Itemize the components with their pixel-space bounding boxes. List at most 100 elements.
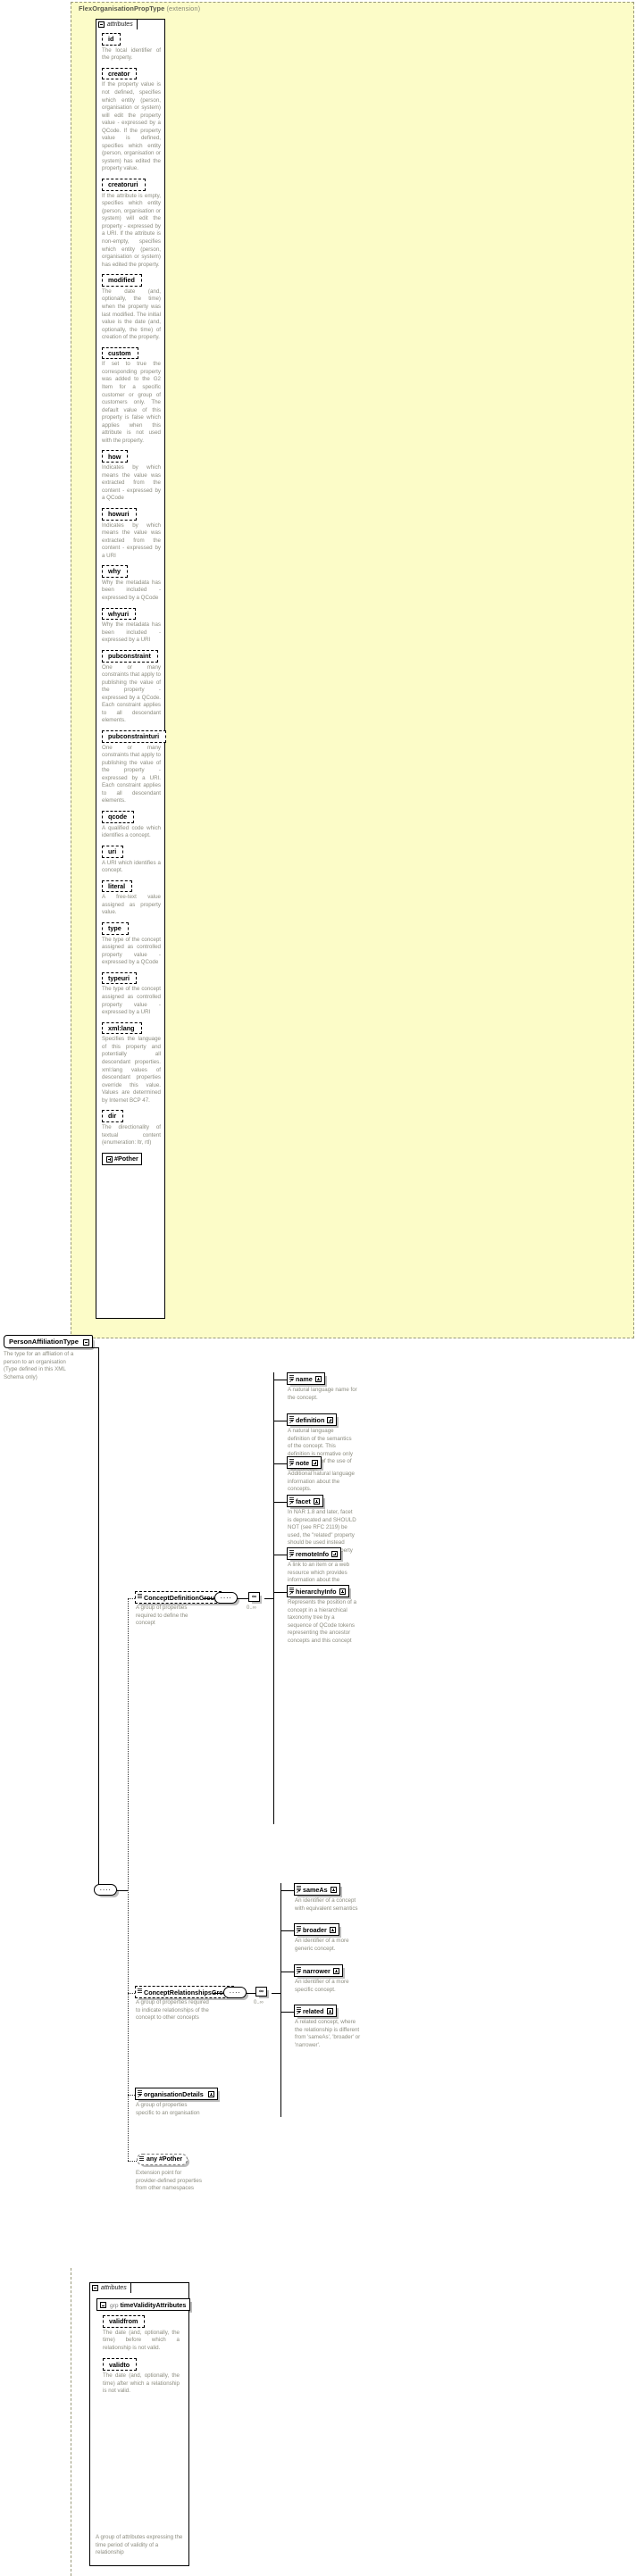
collapse-icon[interactable] bbox=[83, 1338, 90, 1346]
element-sameas[interactable]: ↗ sameAs bbox=[294, 1883, 342, 1897]
expand-icon[interactable] bbox=[331, 1551, 339, 1558]
attribute-desc: A free-text value assigned as property v… bbox=[102, 894, 161, 916]
attribute-name[interactable]: whyuri bbox=[102, 607, 138, 622]
element-name[interactable]: ↗ name bbox=[287, 1372, 327, 1387]
connector bbox=[247, 1993, 255, 1994]
group-concept-relationships-desc: A group of properties required to indica… bbox=[136, 1999, 209, 2022]
attribute-desc: A qualified code which identifies a conc… bbox=[102, 824, 161, 839]
connector bbox=[98, 1347, 99, 1890]
attributes-panel: attributes id The local identifier of the… bbox=[95, 18, 169, 1319]
element-broader[interactable]: ↗ broader bbox=[294, 1923, 341, 1938]
element-remoteinfo[interactable]: ↗ remoteInfo bbox=[287, 1547, 344, 1562]
expand-icon[interactable] bbox=[312, 1460, 319, 1467]
collapse-icon[interactable] bbox=[97, 21, 105, 28]
attribute-name[interactable]: howuri bbox=[102, 507, 138, 522]
attribute-name-text: pubconstrainturi bbox=[108, 732, 160, 741]
expand-icon[interactable] bbox=[339, 1588, 346, 1596]
expand-icon[interactable] bbox=[207, 2091, 214, 2098]
expand-icon[interactable] bbox=[327, 1417, 334, 1424]
attribute-name[interactable]: why bbox=[102, 565, 130, 579]
attribute-name[interactable]: uri bbox=[102, 845, 126, 860]
concept-relationships-sequence[interactable]: ···· bbox=[223, 1987, 248, 2000]
element-organisation-details[interactable]: ↗ organisationDetails bbox=[135, 2088, 220, 2102]
attribute-name[interactable]: xml:lang bbox=[102, 1021, 144, 1037]
connector bbox=[273, 1372, 274, 1824]
attribute-desc: The directionality of textual content (e… bbox=[102, 1123, 161, 1146]
attribute-item: literal A free-text value assigned as pro… bbox=[102, 880, 164, 917]
attribute-name-text: whyuri bbox=[108, 609, 130, 618]
dir-enum-box[interactable]: #Pother bbox=[102, 1152, 164, 1167]
element-facet[interactable]: ↗ facet bbox=[287, 1495, 325, 1509]
attribute-name[interactable]: how bbox=[102, 450, 130, 465]
main-sequence-compositor[interactable]: ···· bbox=[94, 1884, 119, 1897]
root-type-node-wrap: PersonAffiliationType The type for an af… bbox=[4, 1335, 96, 1381]
attribute-desc: Indicates by which means the value was e… bbox=[102, 521, 161, 559]
element-desc: A related concept, where the relationshi… bbox=[295, 2019, 361, 2048]
group-concept-definition[interactable]: ConceptDefinitionGroup bbox=[135, 1591, 224, 1605]
expand-icon[interactable] bbox=[314, 1376, 322, 1383]
connector bbox=[204, 1598, 214, 1599]
expand-icon[interactable] bbox=[330, 1887, 337, 1894]
attribute-name-text: dir bbox=[108, 1112, 117, 1121]
attribute-name[interactable]: type bbox=[102, 921, 130, 937]
element-definition[interactable]: ↗ definition bbox=[287, 1413, 339, 1428]
element-label: sameAs bbox=[303, 1885, 328, 1894]
attribute-name[interactable]: id bbox=[102, 33, 123, 47]
attribute-name[interactable]: pubconstraint bbox=[102, 649, 160, 664]
attribute-name-text: modified bbox=[108, 276, 135, 285]
element-label: name bbox=[296, 1374, 313, 1383]
any-extension-point[interactable]: any #Pother bbox=[137, 2154, 190, 2167]
attribute-name-text: howuri bbox=[108, 510, 130, 519]
attribute-item: creatoruri If the attribute is empty, spe… bbox=[102, 179, 164, 269]
element-note[interactable]: ↗ note bbox=[287, 1456, 324, 1471]
attribute-name[interactable]: dir bbox=[102, 1110, 126, 1124]
attribute-desc: One or many constraints that apply to pu… bbox=[102, 744, 161, 804]
group-label: ConceptDefinitionGroup bbox=[144, 1593, 219, 1602]
attribute-name-text: type bbox=[108, 924, 121, 933]
attribute-name[interactable]: modified bbox=[102, 274, 144, 288]
group-concept-relationships[interactable]: ConceptRelationshipsGroup bbox=[135, 1986, 237, 2000]
element-narrower[interactable]: ↗ narrower bbox=[294, 1964, 345, 1979]
connector bbox=[79, 1347, 98, 1348]
attribute-name[interactable]: typeuri bbox=[102, 971, 138, 987]
attribute-name-text: uri bbox=[108, 847, 117, 855]
attribute-desc: If the attribute is empty, specifies whi… bbox=[102, 192, 161, 268]
element-hierarchyinfo[interactable]: ↗ hierarchyInfo bbox=[287, 1585, 351, 1599]
element-desc: Additional natural language information … bbox=[288, 1471, 355, 1493]
attribute-name-text: literal bbox=[108, 881, 126, 890]
attribute-desc: The local identifier of the property. bbox=[102, 46, 161, 62]
concept-definition-repeat: ∞ bbox=[248, 1592, 262, 1604]
expand-icon[interactable] bbox=[329, 1927, 336, 1934]
repeat-symbol: ∞ bbox=[252, 1594, 256, 1600]
expand-icon[interactable] bbox=[313, 1498, 320, 1505]
element-related[interactable]: ↗ related bbox=[294, 2005, 339, 2019]
attribute-name[interactable]: custom bbox=[102, 346, 140, 362]
concept-relationships-repeat: ∞ bbox=[255, 1987, 269, 1998]
element-desc: An identifier of a concept with equivale… bbox=[295, 1897, 358, 1912]
attribute-name[interactable]: literal bbox=[102, 880, 135, 895]
concept-definition-sequence[interactable]: ···· bbox=[214, 1592, 239, 1605]
expand-icon[interactable] bbox=[326, 2008, 333, 2015]
attribute-name[interactable]: qcode bbox=[102, 811, 137, 825]
attribute-name[interactable]: pubconstrainturi bbox=[102, 729, 169, 745]
expand-icon[interactable] bbox=[106, 1155, 113, 1163]
element-label: note bbox=[296, 1458, 310, 1467]
attribute-name-text: id bbox=[108, 35, 114, 44]
attribute-name-text: how bbox=[108, 452, 121, 461]
connector bbox=[273, 1592, 287, 1593]
bottom-container-edge bbox=[71, 2268, 294, 2576]
attribute-name[interactable]: creatoruri bbox=[102, 179, 147, 193]
connector bbox=[272, 1993, 280, 1994]
attributes-tab[interactable]: attributes bbox=[95, 18, 138, 29]
root-type-node[interactable]: PersonAffiliationType bbox=[4, 1335, 96, 1350]
attribute-desc: The date (and, optionally, the time) whe… bbox=[102, 288, 161, 341]
connector bbox=[280, 1930, 294, 1931]
expand-icon[interactable] bbox=[332, 1968, 339, 1975]
element-label: narrower bbox=[303, 1966, 331, 1975]
attribute-item: uri A URI which identifies a concept. bbox=[102, 845, 164, 875]
attribute-desc: A URI which identifies a concept. bbox=[102, 859, 161, 874]
attribute-name-text: pubconstraint bbox=[108, 652, 151, 661]
attribute-name[interactable]: creator bbox=[102, 67, 139, 82]
connector bbox=[273, 1463, 287, 1464]
element-desc: An identifier of a more specific concept… bbox=[295, 1979, 349, 1993]
